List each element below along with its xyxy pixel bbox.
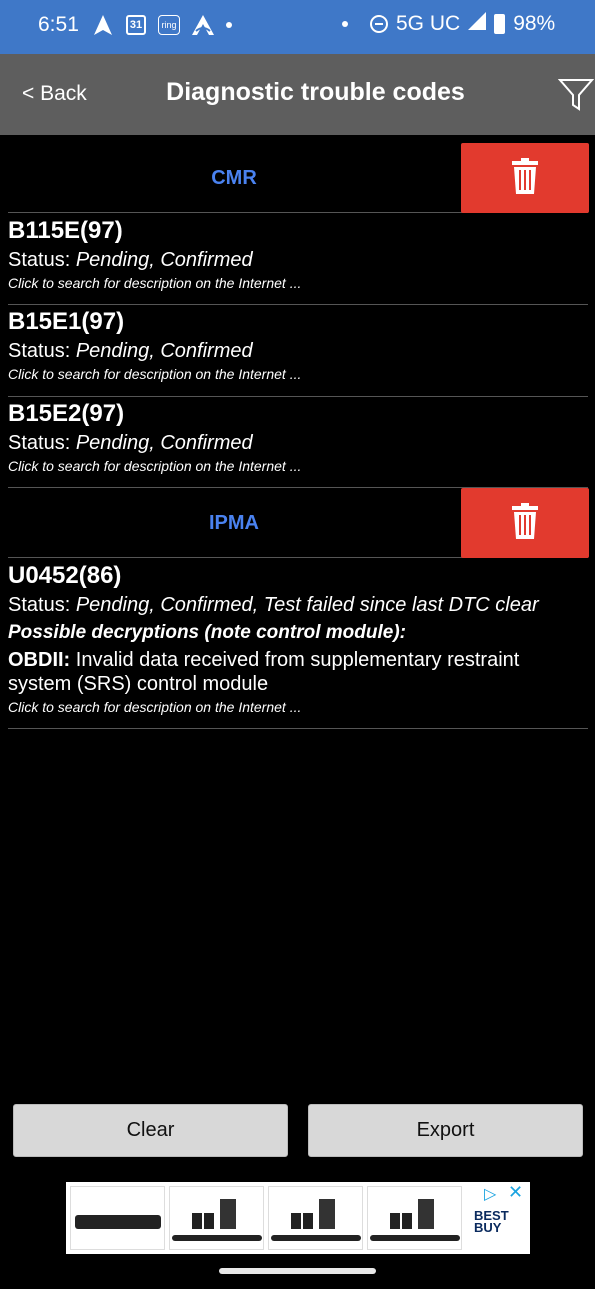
search-hint[interactable]: Click to search for description on the I… <box>8 699 588 715</box>
ad-product-image[interactable] <box>268 1186 363 1250</box>
delete-ipma-button[interactable] <box>461 488 589 558</box>
battery-percent: 98% <box>513 12 556 35</box>
ad-product-image[interactable] <box>367 1186 462 1250</box>
section-header-cmr: CMR <box>8 143 589 213</box>
clear-button[interactable]: Clear <box>13 1104 288 1157</box>
clock: 6:51 <box>38 13 79 36</box>
signal-icon <box>468 12 487 36</box>
dtc-code: B15E1(97) <box>8 308 125 335</box>
navigation-icon <box>92 14 114 36</box>
dtc-item[interactable]: B15E1(97) Status: Pending, Confirmed Cli… <box>8 305 588 397</box>
calendar-icon: 31 <box>126 15 146 35</box>
ad-brand-area[interactable]: ▷ ✕ BEST BUY <box>468 1182 530 1254</box>
dtc-code: B15E2(97) <box>8 400 125 427</box>
export-button[interactable]: Export <box>308 1104 583 1157</box>
trash-icon <box>512 502 538 544</box>
dtc-item[interactable]: B115E(97) Status: Pending, Confirmed Cli… <box>8 214 588 305</box>
battery-icon <box>494 14 506 34</box>
filter-icon[interactable] <box>557 76 595 112</box>
dtc-code: U0452(86) <box>8 562 122 589</box>
home-indicator[interactable] <box>219 1268 376 1274</box>
network-type: 5G UC <box>396 12 461 35</box>
dtc-status: Status: Pending, Confirmed, Test failed … <box>8 594 539 616</box>
adchoices-icon[interactable]: ▷ <box>484 1184 496 1204</box>
system-icons: 5G UC 98% <box>342 12 555 36</box>
arc-app-icon <box>192 14 214 36</box>
dtc-status: Status: Pending, Confirmed <box>8 249 253 271</box>
dtc-status: Status: Pending, Confirmed <box>8 432 253 454</box>
trash-icon <box>512 157 538 199</box>
notification-icons: 31 ring <box>92 14 232 36</box>
section-header-ipma: IPMA <box>8 488 589 558</box>
close-ad-icon[interactable]: ✕ <box>508 1182 523 1203</box>
dtc-status: Status: Pending, Confirmed <box>8 340 253 362</box>
ad-banner[interactable] <box>66 1182 530 1254</box>
ring-app-icon: ring <box>158 15 180 35</box>
best-buy-logo: BEST BUY <box>474 1208 509 1235</box>
dot-icon <box>342 21 348 27</box>
dtc-code: B115E(97) <box>8 217 123 244</box>
status-bar: 6:51 31 ring 5G UC 98% <box>0 0 595 54</box>
page-title: Diagnostic trouble codes <box>166 78 465 106</box>
section-name: CMR <box>211 167 257 189</box>
app-bar: < Back Diagnostic trouble codes <box>0 54 595 135</box>
search-hint[interactable]: Click to search for description on the I… <box>8 275 588 291</box>
obd-description: OBDII: Invalid data received from supple… <box>8 649 520 695</box>
dtc-item[interactable]: U0452(86) Status: Pending, Confirmed, Te… <box>8 559 588 729</box>
more-notifications-dot <box>226 22 232 28</box>
dtc-item[interactable]: B15E2(97) Status: Pending, Confirmed Cli… <box>8 397 588 488</box>
delete-cmr-button[interactable] <box>461 143 589 213</box>
do-not-disturb-icon <box>370 15 388 33</box>
ad-product-image[interactable] <box>70 1186 165 1250</box>
search-hint[interactable]: Click to search for description on the I… <box>8 458 588 474</box>
ad-product-image[interactable] <box>169 1186 264 1250</box>
possible-decryptions-label: Possible decryptions (note control modul… <box>8 622 406 643</box>
search-hint[interactable]: Click to search for description on the I… <box>8 366 588 382</box>
section-name: IPMA <box>209 512 259 534</box>
